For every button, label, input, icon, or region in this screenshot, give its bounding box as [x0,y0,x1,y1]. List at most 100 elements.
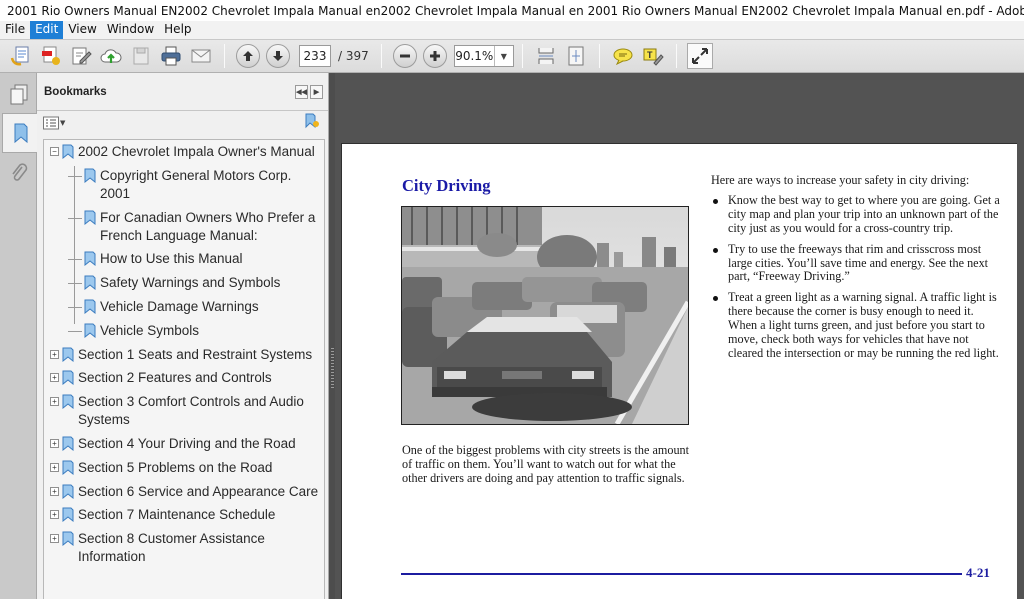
menu-bar: File Edit View Window Help [0,21,1024,39]
create-pdf-button[interactable] [8,43,34,69]
bookmark-item[interactable]: + Section 2 Features and Controls [44,369,324,387]
chevron-down-icon[interactable]: ▼ [495,46,513,66]
bookmark-label[interactable]: Section 2 Features and Controls [78,369,324,387]
options-list-icon [43,116,59,130]
bookmark-label[interactable]: Copyright General Motors Corp. 2001 [100,167,324,203]
pdf-page: City Driving One of the biggest problems… [341,143,1017,599]
svg-text:T: T [647,50,653,60]
expand-icon[interactable]: + [50,534,59,544]
expand-icon[interactable]: + [50,462,59,472]
bookmarks-tab[interactable] [2,113,38,153]
bookmark-label[interactable]: Section 3 Comfort Controls and Audio Sys… [78,393,324,429]
bookmark-label[interactable]: Section 4 Your Driving and the Road [78,435,324,453]
page-thumbnails-tab[interactable] [2,75,35,115]
previous-page-button[interactable] [236,44,260,68]
bookmark-item[interactable]: + Section 5 Problems on the Road [44,459,324,477]
find-bookmark-button[interactable] [304,113,320,133]
bookmark-item[interactable]: + Section 3 Comfort Controls and Audio Sy… [44,393,324,429]
tree-connector [68,306,82,308]
bookmark-find-icon [305,113,319,129]
menu-window[interactable]: Window [102,21,159,39]
upload-cloud-button[interactable] [98,43,124,69]
bookmark-options-button[interactable]: ▼ [43,116,65,130]
collapse-icon[interactable]: − [50,147,59,156]
fit-width-button[interactable] [533,43,559,69]
tree-connector [68,259,82,261]
bookmark-label[interactable]: Vehicle Damage Warnings [100,298,324,316]
bookmark-child-item[interactable]: Copyright General Motors Corp. 2001 [44,167,324,203]
bookmark-item[interactable]: + Section 6 Service and Appearance Care [44,483,324,501]
menu-file[interactable]: File [0,21,30,39]
bookmark-label[interactable]: 2002 Chevrolet Impala Owner's Manual [78,143,324,161]
splitter-grip[interactable] [331,348,334,388]
page-number-input[interactable]: 233 [299,45,331,67]
bookmarks-panel: Bookmarks ◀◀ ▶ ▼ − 2002 Chevrolet Impala … [37,73,329,599]
highlight-text-button[interactable]: T [640,43,666,69]
bookmark-label[interactable]: Section 1 Seats and Restraint Systems [78,346,324,364]
tip-item: Know the best way to get to where you ar… [711,193,1003,236]
bookmark-icon [84,251,96,267]
bookmark-item[interactable]: + Section 8 Customer Assistance Informati… [44,530,324,566]
bookmark-icon [84,168,96,183]
main-toolbar: 233 / 397 90.1% ▼ T [0,39,1024,73]
next-page-button[interactable] [266,44,290,68]
print-button[interactable] [158,43,184,69]
fit-width-icon [538,48,554,64]
menu-view[interactable]: View [63,21,101,39]
bookmark-icon [62,507,74,523]
bookmark-child-item[interactable]: Safety Warnings and Symbols [44,274,324,292]
email-icon [191,49,211,63]
panel-tools: ▼ [37,111,328,135]
expand-panel-button[interactable]: ▶ [310,84,323,99]
collapse-panel-button[interactable]: ◀◀ [295,84,308,99]
bookmark-label[interactable]: Section 5 Problems on the Road [78,459,324,477]
bookmark-icon [62,436,74,451]
zoom-in-button[interactable] [422,44,447,68]
menu-help[interactable]: Help [159,21,196,39]
bookmark-item[interactable]: + Section 4 Your Driving and the Road [44,435,324,453]
bookmark-label[interactable]: Vehicle Symbols [100,322,324,340]
expand-icon[interactable]: + [50,373,59,383]
fit-page-button[interactable] [563,43,589,69]
bookmark-item[interactable]: + Section 7 Maintenance Schedule [44,506,324,524]
sign-button[interactable] [68,43,94,69]
bookmark-label[interactable]: How to Use this Manual [100,250,324,268]
paperclip-icon [11,163,27,181]
bookmark-label[interactable]: Safety Warnings and Symbols [100,274,324,292]
bookmark-tree: − 2002 Chevrolet Impala Owner's Manual Cop… [43,139,325,599]
bookmark-label[interactable]: Section 8 Customer Assistance Informatio… [78,530,324,566]
bookmark-child-item[interactable]: How to Use this Manual [44,250,324,268]
expand-icon[interactable]: + [50,397,59,407]
expand-icon[interactable]: + [50,510,59,520]
bookmark-child-item[interactable]: Vehicle Symbols [44,322,324,340]
save-icon [133,47,149,65]
bookmark-child-item[interactable]: Vehicle Damage Warnings [44,298,324,316]
bookmark-child-item[interactable]: For Canadian Owners Who Prefer a French … [44,209,324,245]
bookmark-label[interactable]: For Canadian Owners Who Prefer a French … [100,209,324,245]
save-button[interactable] [128,43,154,69]
menu-edit[interactable]: Edit [30,21,64,39]
expand-icon[interactable]: + [50,438,59,448]
bookmark-item[interactable]: + Section 1 Seats and Restraint Systems [44,346,324,364]
print-icon [161,46,181,66]
highlight-text-icon: T [643,48,664,66]
zoom-level-value[interactable]: 90.1% [455,46,495,66]
convert-pdf-button[interactable] [38,43,64,69]
toolbar-divider [675,44,677,68]
bookmark-icon [62,460,74,475]
email-button[interactable] [188,43,214,69]
expand-icon[interactable]: + [50,486,59,496]
attachments-tab[interactable] [2,153,35,193]
zoom-out-button[interactable] [392,44,417,68]
bookmark-label[interactable]: Section 6 Service and Appearance Care [78,483,324,501]
bookmark-label[interactable]: Section 7 Maintenance Schedule [78,506,324,524]
bookmark-icon [62,347,74,362]
safety-tips: Here are ways to increase your safety in… [711,173,1003,368]
zoom-level-select[interactable]: 90.1% ▼ [453,45,514,67]
document-viewport[interactable]: City Driving One of the biggest problems… [335,73,1024,599]
expand-icon[interactable]: + [50,349,59,359]
comment-button[interactable] [610,43,636,69]
bookmark-item[interactable]: − 2002 Chevrolet Impala Owner's Manual [44,143,324,161]
full-screen-button[interactable] [686,43,713,69]
section-heading: City Driving [402,176,491,195]
